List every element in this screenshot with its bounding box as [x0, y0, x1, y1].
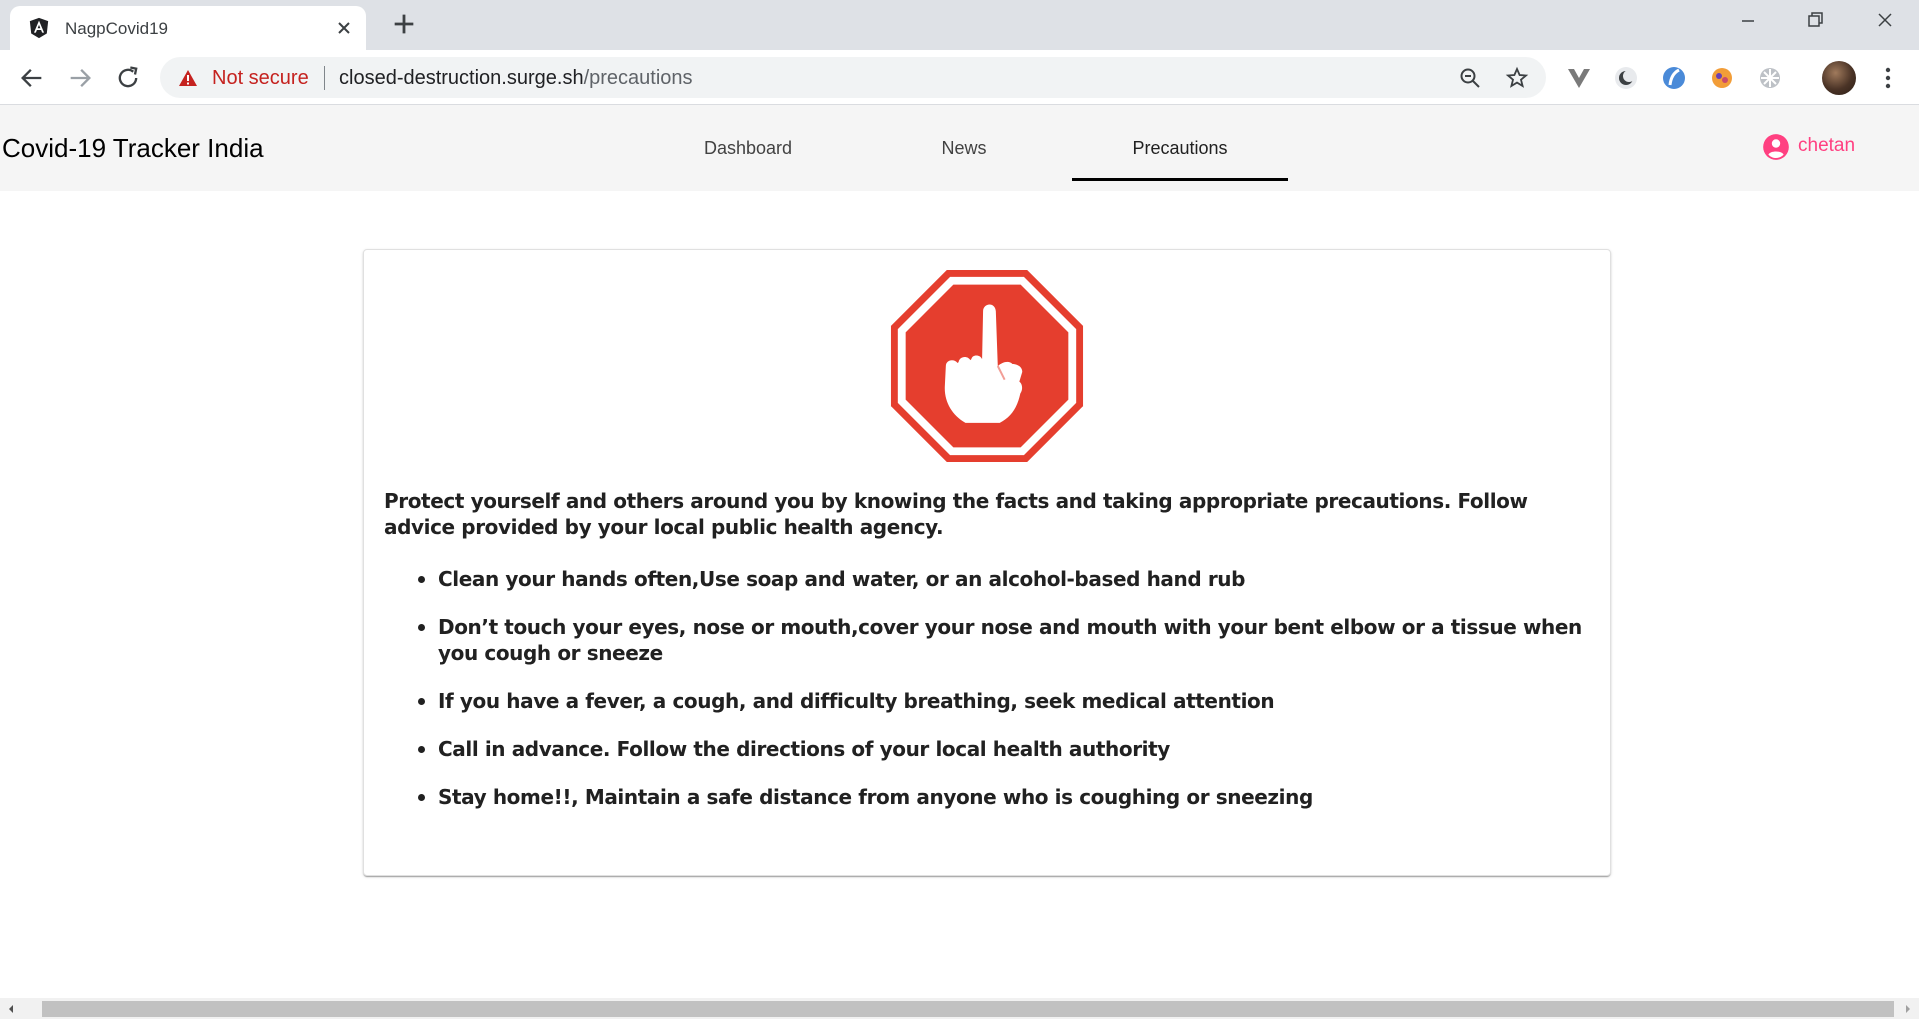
restore-icon[interactable]: [1800, 8, 1830, 34]
warning-icon: [179, 70, 197, 86]
tab-title: NagpCovid19: [65, 19, 169, 38]
extension-grey-icon[interactable]: [1756, 64, 1784, 92]
precaution-text: Clean your hands often,Use soap and wate…: [438, 567, 1246, 591]
tab-dashboard[interactable]: Dashboard: [640, 105, 856, 181]
intro-text: Protect yourself and others around you b…: [384, 489, 1528, 539]
active-tab-indicator: [1072, 178, 1288, 181]
tab-news[interactable]: News: [856, 105, 1072, 181]
back-icon[interactable]: [18, 64, 46, 92]
account-circle-icon: [1763, 134, 1789, 160]
precaution-text: Stay home!!, Maintain a safe distance fr…: [438, 785, 1313, 809]
more-options-icon[interactable]: [1876, 64, 1900, 92]
app-title: Covid-19 Tracker India: [2, 133, 264, 163]
app-header: Covid-19 Tracker India Dashboard News Pr…: [0, 105, 1919, 191]
bullet: [418, 794, 425, 801]
url-text[interactable]: closed-destruction.surge.sh/precautions: [339, 67, 693, 90]
dark-mode-extension-icon[interactable]: [1612, 64, 1640, 92]
stop-hand-icon: [890, 269, 1084, 463]
bullet: [418, 746, 425, 753]
precaution-text: Call in advance. Follow the directions o…: [438, 737, 1170, 761]
precaution-text: If you have a fever, a cough, and diffic…: [438, 689, 1275, 713]
reload-icon[interactable]: [114, 64, 142, 92]
scrollbar-thumb[interactable]: [42, 1001, 1894, 1017]
angular-logo-icon: [29, 17, 49, 39]
bullet: [418, 624, 425, 631]
precautions-list: Clean your hands often,Use soap and wate…: [384, 566, 1584, 832]
list-item: Call in advance. Follow the directions o…: [384, 736, 1584, 762]
precaution-text: Don’t touch your eyes, nose or mouth,cov…: [438, 615, 1582, 665]
vue-devtools-icon[interactable]: [1565, 64, 1593, 92]
browser-toolbar: Not secure closed-destruction.surge.sh/p…: [0, 50, 1919, 105]
horizontal-scrollbar[interactable]: [0, 998, 1919, 1019]
url-path: /precautions: [583, 67, 693, 89]
profile-avatar[interactable]: [1822, 61, 1856, 95]
scroll-left-icon[interactable]: [4, 1002, 18, 1016]
browser-tab-strip: NagpCovid19: [0, 0, 1919, 50]
url-host: closed-destruction.surge.sh: [339, 67, 584, 89]
bullet: [418, 576, 425, 583]
list-item: Clean your hands often,Use soap and wate…: [384, 566, 1584, 592]
bullet: [418, 698, 425, 705]
extension-blue-icon[interactable]: [1660, 64, 1688, 92]
user-name: chetan: [1798, 135, 1856, 156]
address-separator: [324, 66, 325, 90]
extension-orange-icon[interactable]: [1708, 64, 1736, 92]
bookmark-star-icon[interactable]: [1505, 66, 1529, 90]
close-window-icon[interactable]: [1870, 8, 1900, 34]
tab-precautions[interactable]: Precautions: [1072, 105, 1288, 181]
new-tab-icon[interactable]: [390, 10, 418, 38]
list-item: Stay home!!, Maintain a safe distance fr…: [384, 784, 1584, 810]
security-label[interactable]: Not secure: [212, 67, 309, 90]
precautions-card: Protect yourself and others around you b…: [363, 249, 1611, 876]
address-bar[interactable]: Not secure closed-destruction.surge.sh/p…: [160, 57, 1546, 98]
list-item: Don’t touch your eyes, nose or mouth,cov…: [384, 614, 1584, 666]
close-tab-icon[interactable]: [332, 16, 356, 40]
scroll-right-icon[interactable]: [1901, 1002, 1915, 1016]
browser-tab[interactable]: NagpCovid19: [10, 6, 366, 50]
forward-icon[interactable]: [66, 64, 94, 92]
list-item: If you have a fever, a cough, and diffic…: [384, 688, 1584, 714]
minimize-icon[interactable]: [1733, 8, 1763, 34]
zoom-out-icon[interactable]: [1458, 66, 1482, 90]
